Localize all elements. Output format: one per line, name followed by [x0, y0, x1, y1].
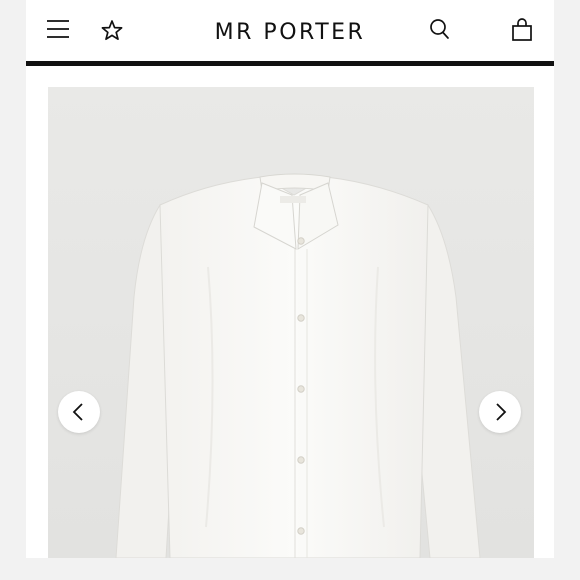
product-image[interactable] [48, 87, 534, 558]
site-header: MR PORTER [26, 0, 554, 62]
product-image-gallery[interactable] [48, 87, 534, 558]
search-button[interactable] [427, 17, 453, 43]
next-image-button[interactable] [479, 391, 521, 433]
previous-image-button[interactable] [58, 391, 100, 433]
chevron-right-icon [496, 403, 507, 421]
site-logo[interactable]: MR PORTER [26, 18, 554, 48]
header-divider [26, 61, 554, 66]
shopping-bag-button[interactable] [510, 17, 534, 43]
shopping-bag-icon [512, 18, 532, 41]
search-icon [430, 19, 449, 39]
app-frame: MR PORTER [26, 0, 554, 558]
chevron-left-icon [72, 403, 83, 421]
